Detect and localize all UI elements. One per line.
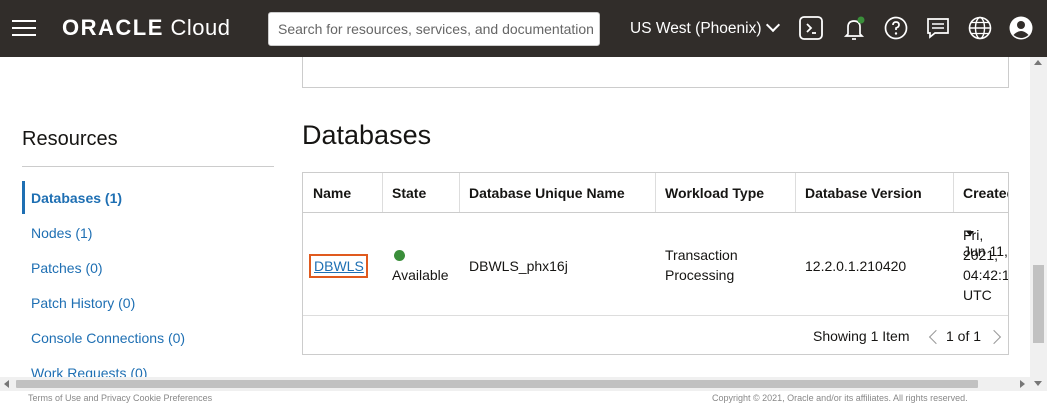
available-status-icon: [394, 250, 405, 261]
showing-count: Showing 1 Item: [813, 328, 910, 344]
horizontal-scrollbar-thumb[interactable]: [16, 380, 978, 388]
created-line3: 04:42:16: [963, 267, 1009, 283]
divider: [22, 166, 274, 167]
sidebar-item-databases[interactable]: Databases (1): [31, 190, 122, 206]
scroll-up-icon[interactable]: [1034, 60, 1042, 65]
vertical-scrollbar-thumb[interactable]: [1033, 265, 1044, 343]
top-navigation-bar: ORACLE Cloud Search for resources, servi…: [0, 0, 1047, 57]
unique-name-value: DBWLS_phx16j: [469, 258, 568, 274]
scroll-left-icon[interactable]: [4, 380, 9, 388]
divider: [303, 315, 1008, 316]
language-globe-icon[interactable]: [967, 15, 993, 41]
sidebar-item-nodes[interactable]: Nodes (1): [31, 225, 92, 241]
active-indicator: [22, 181, 25, 214]
resources-heading: Resources: [22, 128, 118, 150]
column-header-unique-name[interactable]: Database Unique Name: [459, 173, 656, 213]
user-profile-icon[interactable]: [1008, 15, 1034, 41]
column-header-name[interactable]: Name: [303, 173, 383, 213]
cloud-shell-icon[interactable]: [798, 15, 824, 41]
workload-type-line1: Transaction: [665, 247, 738, 263]
vertical-scrollbar[interactable]: [1030, 57, 1047, 391]
footer-links[interactable]: Terms of Use and Privacy Cookie Preferen…: [28, 393, 212, 403]
help-icon[interactable]: [883, 15, 909, 41]
column-header-database-version[interactable]: Database Version: [795, 173, 954, 213]
region-selector[interactable]: US West (Phoenix): [630, 17, 780, 38]
hamburger-menu-icon[interactable]: [12, 20, 36, 37]
page-footer: Terms of Use and Privacy Cookie Preferen…: [0, 391, 1047, 406]
next-page-icon[interactable]: [986, 329, 1002, 345]
page-section-title: Databases: [302, 120, 432, 150]
column-header-created[interactable]: Created: [953, 173, 1008, 236]
column-header-state[interactable]: State: [382, 173, 460, 213]
sidebar-item-patch-history[interactable]: Patch History (0): [31, 295, 135, 311]
state-value: Available: [392, 267, 449, 283]
created-line2: 2021,: [963, 247, 999, 263]
databases-table: Name State Database Unique Name Workload…: [302, 172, 1009, 355]
notifications-bell-icon[interactable]: [841, 15, 867, 41]
horizontal-scrollbar[interactable]: [0, 377, 1030, 391]
workload-type-line2: Processing: [665, 267, 735, 283]
previous-page-icon[interactable]: [928, 329, 944, 345]
details-panel-bottom: [302, 57, 1009, 88]
database-name-link[interactable]: DBWLS: [314, 258, 364, 274]
chevron-down-icon: [765, 17, 780, 33]
sidebar-item-patches[interactable]: Patches (0): [31, 260, 103, 276]
search-input[interactable]: Search for resources, services, and docu…: [268, 12, 600, 46]
table-row: DBWLS Available DBWLS_phx16j Transaction…: [303, 213, 1008, 315]
feedback-chat-icon[interactable]: [925, 15, 951, 41]
scroll-down-icon[interactable]: [1034, 381, 1042, 386]
copyright-text: Copyright © 2021, Oracle and/or its affi…: [712, 393, 968, 403]
created-line4: UTC: [963, 287, 992, 303]
created-header-label: Created: [963, 185, 1008, 201]
page-indicator: 1 of 1: [946, 328, 982, 344]
sidebar-item-console-connections[interactable]: Console Connections (0): [31, 330, 185, 346]
column-header-workload-type[interactable]: Workload Type: [655, 173, 796, 213]
oracle-cloud-logo[interactable]: ORACLE Cloud: [62, 15, 231, 41]
database-version-value: 12.2.0.1.210420: [805, 258, 907, 274]
scroll-right-icon[interactable]: [1020, 380, 1025, 388]
